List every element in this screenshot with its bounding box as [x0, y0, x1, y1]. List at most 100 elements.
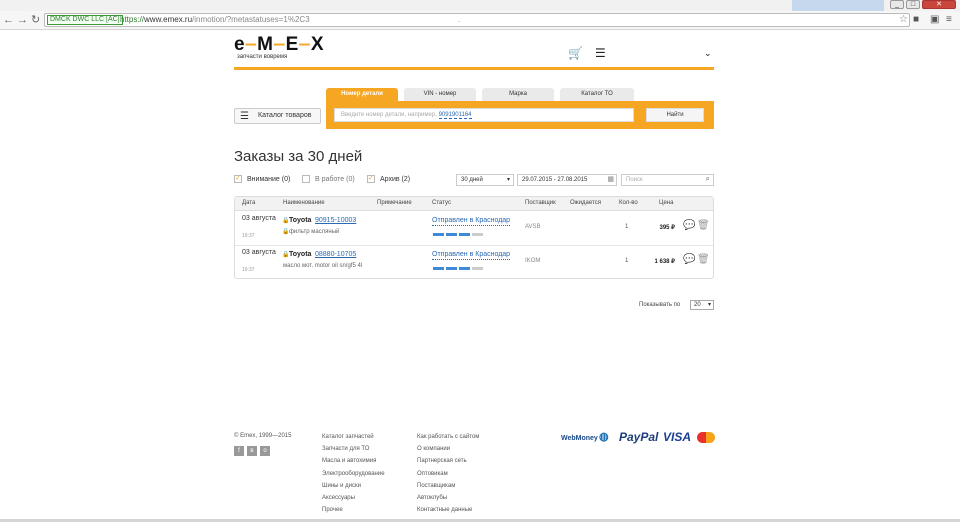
- security-badge: DMCK DWC LLC [AC]: [47, 15, 123, 25]
- paypal-logo: PayPal: [619, 430, 659, 444]
- th-note: Примечание: [377, 200, 412, 206]
- part-description: фильтр масляный: [289, 229, 340, 235]
- part-search-input[interactable]: Введите номер детали, например, 90919011…: [334, 108, 634, 122]
- comment-icon[interactable]: 💬: [683, 221, 695, 231]
- part-brand: Toyota: [289, 217, 312, 224]
- facebook-icon[interactable]: f: [234, 446, 244, 456]
- reload-icon[interactable]: ↻: [31, 14, 40, 26]
- th-price: Цена: [659, 200, 674, 206]
- url-extra: .: [458, 15, 461, 24]
- order-list-icon[interactable]: ☰: [595, 47, 606, 59]
- copyright: © Emex, 1999—2015: [234, 433, 292, 439]
- footer-link[interactable]: Контактные данные: [417, 504, 479, 516]
- hamburger-icon: ☰: [240, 111, 249, 122]
- tab-maintenance-catalog[interactable]: Каталог ТО: [560, 88, 634, 101]
- header-divider: [234, 67, 714, 70]
- site-logo[interactable]: e‒M‒E‒X: [234, 35, 325, 55]
- th-name: Наименование: [283, 200, 325, 206]
- dropdown-arrow-icon: ▾: [707, 302, 711, 308]
- footer-link[interactable]: Прочее: [322, 504, 385, 516]
- dropdown-arrow-icon: ▾: [506, 177, 510, 183]
- quantity: 1: [625, 224, 629, 230]
- trash-icon[interactable]: 🗑: [697, 255, 710, 265]
- vk-icon[interactable]: в: [247, 446, 257, 456]
- footer-link[interactable]: О компании: [417, 443, 479, 455]
- table-row[interactable]: 03 августа 19:37 🔒 Toyota 08880-10705 ма…: [235, 246, 713, 280]
- th-status: Статус: [432, 200, 451, 206]
- tab-vin[interactable]: VIN - номер: [404, 88, 476, 101]
- filter-in-work-label: В работе (0): [315, 176, 355, 183]
- address-bar[interactable]: DMCK DWC LLC [AC] https://www.emex.ru/in…: [44, 13, 910, 27]
- search-icon[interactable]: ⌕: [706, 174, 710, 184]
- browser-toolbar: ← → ↻ DMCK DWC LLC [AC] https://www.emex…: [0, 11, 960, 30]
- url-text: https://www.emex.ru/inmotion/?metastatus…: [120, 15, 310, 24]
- date-range-input[interactable]: 29.07.2015 - 27.08.2015 ▦: [517, 174, 617, 186]
- menu-icon[interactable]: ≡: [946, 14, 952, 26]
- filter-archive-checkbox[interactable]: ✓: [367, 175, 375, 183]
- chevron-down-icon[interactable]: ⌄: [704, 47, 712, 59]
- webmoney-logo: WebMoney: [561, 435, 598, 442]
- page-size-label: Показывать по: [639, 302, 681, 308]
- footer-link[interactable]: Масла и автохимия: [322, 455, 385, 467]
- catalog-button[interactable]: ☰ Каталог товаров: [234, 108, 321, 124]
- trash-icon[interactable]: 🗑: [697, 221, 710, 231]
- calendar-icon[interactable]: ▦: [607, 175, 614, 185]
- extension-icon[interactable]: ■: [913, 14, 919, 26]
- delivery-progress: [433, 233, 483, 236]
- footer-link[interactable]: Шины и диски: [322, 480, 385, 492]
- window-titlebar: _ □ ✕: [0, 0, 960, 11]
- maximize-button[interactable]: □: [906, 0, 920, 9]
- titlebar-highlight: [792, 0, 884, 11]
- back-arrow-icon[interactable]: ←: [3, 14, 14, 26]
- forward-arrow-icon[interactable]: →: [17, 14, 28, 26]
- footer-catalog-links: Каталог запчастей Запчасти для ТО Масла …: [322, 431, 385, 516]
- th-supplier: Поставщик: [525, 200, 556, 206]
- minimize-button[interactable]: _: [890, 0, 904, 9]
- footer-link[interactable]: Поставщикам: [417, 480, 479, 492]
- footer-link[interactable]: Каталог запчастей: [322, 431, 385, 443]
- search-button[interactable]: Найти: [646, 108, 704, 122]
- part-number-link[interactable]: 08880-10705: [315, 251, 356, 258]
- footer-link[interactable]: Партнерская сеть: [417, 455, 479, 467]
- comment-icon[interactable]: 💬: [683, 255, 695, 265]
- footer-link[interactable]: Аксессуары: [322, 492, 385, 504]
- footer-link[interactable]: Как работать с сайтом: [417, 431, 479, 443]
- cart-icon[interactable]: 🛒: [568, 47, 583, 59]
- filter-archive-label: Архив (2): [380, 176, 411, 183]
- order-status-link[interactable]: Отправлен в Краснодар: [432, 250, 511, 260]
- th-expected: Ожидается: [570, 200, 601, 206]
- order-time: 19:37: [242, 267, 255, 273]
- tab-part-number[interactable]: Номер детали: [326, 88, 398, 101]
- orders-table: Дата Наименование Примечание Статус Пост…: [234, 196, 714, 279]
- order-date: 03 августа: [242, 249, 276, 256]
- filter-in-work-checkbox[interactable]: [302, 175, 310, 183]
- order-time: 19:37: [242, 233, 255, 239]
- footer-link[interactable]: Электрооборудование: [322, 468, 385, 480]
- odnoklassniki-icon[interactable]: o: [260, 446, 270, 456]
- footer-link[interactable]: Запчасти для ТО: [322, 443, 385, 455]
- period-select[interactable]: 30 дней ▾: [456, 174, 514, 186]
- order-status-link[interactable]: Отправлен в Краснодар: [432, 216, 511, 226]
- supplier: IKOM: [525, 258, 541, 264]
- filter-attention-label: Внимание (0): [247, 176, 291, 183]
- tab-brand[interactable]: Марка: [482, 88, 554, 101]
- mastercard-logo: [697, 432, 715, 443]
- webmoney-globe-icon: ◍: [599, 431, 609, 443]
- footer-info-links: Как работать с сайтом О компании Партнер…: [417, 431, 479, 516]
- footer-link[interactable]: Оптовикам: [417, 468, 479, 480]
- th-qty: Кол-во: [619, 200, 638, 206]
- page-size-select[interactable]: 20 ▾: [690, 300, 714, 310]
- example-part-link[interactable]: 9091901164: [438, 112, 472, 119]
- table-row[interactable]: 03 августа 19:37 🔒 🔒 Toyota 90915-10003 …: [235, 212, 713, 246]
- footer-link[interactable]: Автоклубы: [417, 492, 479, 504]
- part-brand: Toyota: [289, 251, 312, 258]
- star-icon[interactable]: ☆: [899, 14, 908, 26]
- visa-logo: VISA: [663, 430, 692, 444]
- part-number-link[interactable]: 90915-10003: [315, 217, 356, 224]
- extension-icon-2[interactable]: ▣: [930, 14, 939, 26]
- price: 1 638 ₽: [654, 259, 676, 265]
- filter-attention-checkbox[interactable]: ✓: [234, 175, 242, 183]
- order-search-input[interactable]: Поиск ⌕: [621, 174, 714, 186]
- close-window-button[interactable]: ✕: [922, 0, 956, 9]
- table-header: Дата Наименование Примечание Статус Пост…: [235, 197, 713, 211]
